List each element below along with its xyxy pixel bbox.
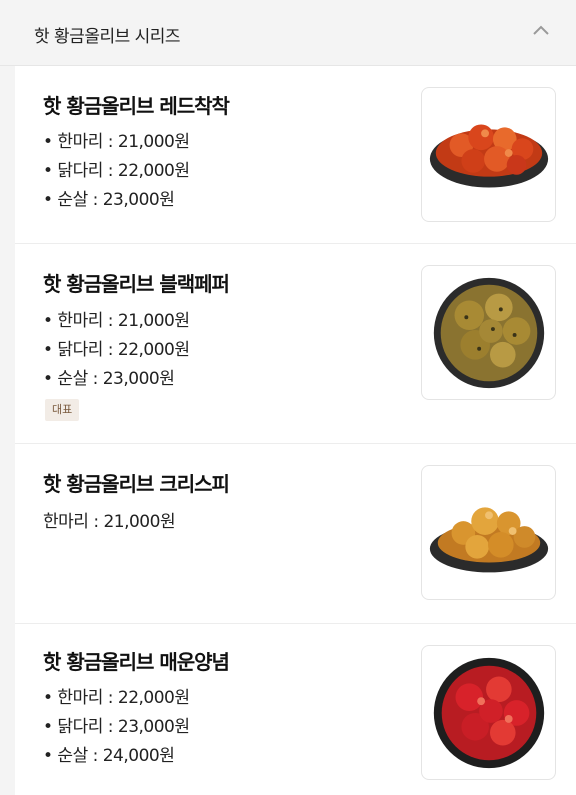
menu-list: 핫 황금올리브 레드착착 • 한마리 : 21,000원 • 닭다리 : 22,… — [15, 66, 576, 795]
price-line: • 순살 : 24,000원 — [43, 746, 175, 766]
menu-item[interactable]: 핫 황금올리브 크리스피 한마리 : 21,000원 — [15, 444, 576, 624]
menu-item-name: 핫 황금올리브 매운양념 — [43, 650, 230, 674]
menu-item[interactable]: 핫 황금올리브 매운양념 • 한마리 : 22,000원 • 닭다리 : 23,… — [15, 624, 576, 795]
crispy-fried-chicken-image — [429, 507, 549, 573]
price-line: • 한마리 : 21,000원 — [43, 311, 190, 331]
red-sauce-chicken-image — [429, 124, 549, 188]
price-line: • 순살 : 23,000원 — [43, 369, 175, 389]
menu-item[interactable]: 핫 황금올리브 블랙페퍼 • 한마리 : 21,000원 • 닭다리 : 22,… — [15, 244, 576, 444]
price-line: • 순살 : 23,000원 — [43, 190, 175, 210]
menu-item-name: 핫 황금올리브 블랙페퍼 — [43, 272, 230, 296]
menu-item-image[interactable] — [421, 265, 556, 400]
series-title: 핫 황금올리브 시리즈 — [34, 27, 181, 47]
menu-item-image[interactable] — [421, 465, 556, 600]
menu-item[interactable]: 핫 황금올리브 레드착착 • 한마리 : 21,000원 • 닭다리 : 22,… — [15, 66, 576, 244]
price-line: • 닭다리 : 22,000원 — [43, 340, 190, 360]
menu-item-image[interactable] — [421, 87, 556, 222]
black-pepper-chicken-image — [433, 277, 545, 389]
price-line: • 한마리 : 22,000원 — [43, 688, 190, 708]
menu-item-image[interactable] — [421, 645, 556, 780]
series-accordion-header[interactable]: 핫 황금올리브 시리즈 — [0, 0, 576, 66]
price-line: • 닭다리 : 23,000원 — [43, 717, 190, 737]
chevron-up-icon[interactable] — [532, 24, 550, 36]
signature-badge: 대표 — [45, 399, 80, 421]
price-line: 한마리 : 21,000원 — [43, 512, 176, 532]
price-line: • 닭다리 : 22,000원 — [43, 161, 190, 181]
menu-item-name: 핫 황금올리브 크리스피 — [43, 472, 230, 496]
menu-page: 핫 황금올리브 시리즈 핫 황금올리브 레드착착 • 한마리 : 21,000원… — [0, 0, 576, 795]
price-line: • 한마리 : 21,000원 — [43, 132, 190, 152]
menu-item-name: 핫 황금올리브 레드착착 — [43, 94, 230, 118]
spicy-seasoned-chicken-image — [433, 657, 545, 769]
